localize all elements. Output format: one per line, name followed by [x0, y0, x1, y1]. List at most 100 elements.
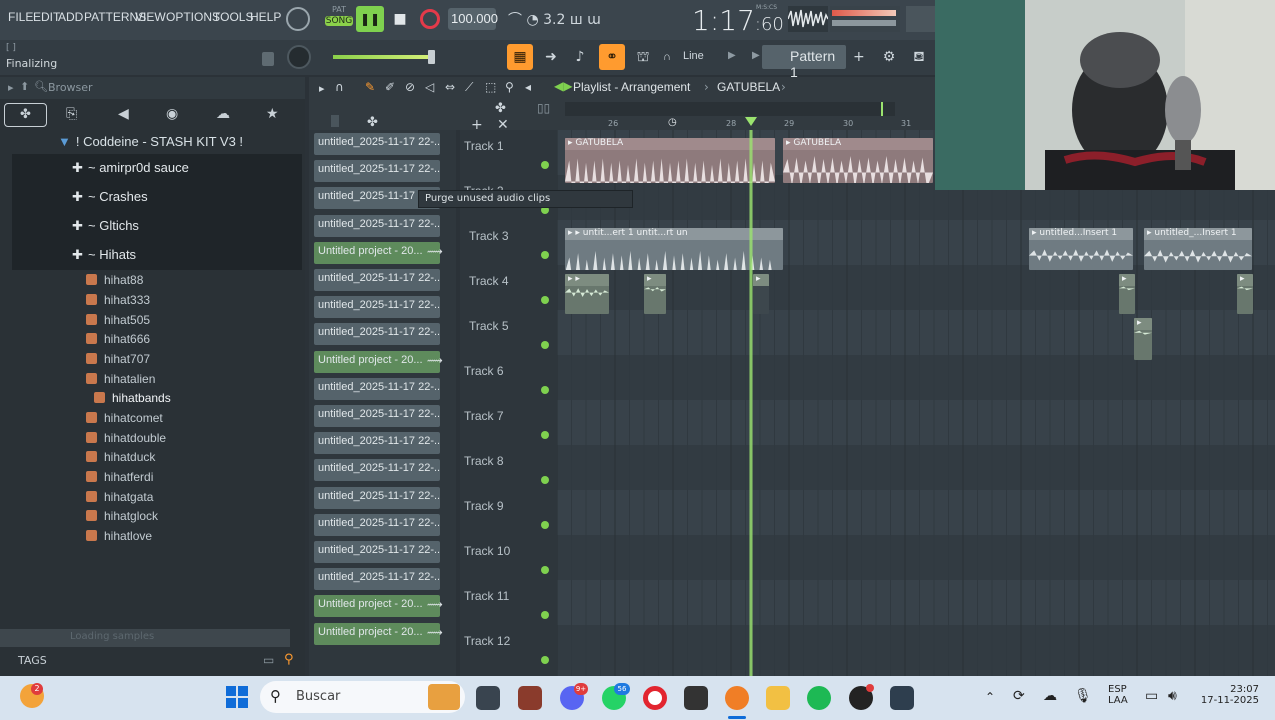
- opera-icon[interactable]: [643, 686, 667, 710]
- microphone-icon[interactable]: 🎙︎: [1074, 688, 1092, 704]
- step-sequencer-icon[interactable]: ➜: [538, 44, 564, 70]
- track-mute-dot[interactable]: [541, 611, 549, 619]
- link-icon[interactable]: ⚭: [599, 44, 625, 70]
- track-header[interactable]: Track 11: [460, 580, 555, 625]
- current-project-icon[interactable]: ⎘: [66, 106, 77, 122]
- track-mute-dot[interactable]: [541, 251, 549, 259]
- tree-file[interactable]: hihatlove: [86, 529, 152, 543]
- fl-studio-icon[interactable]: [725, 686, 749, 710]
- add-pattern-button[interactable]: +: [853, 49, 865, 65]
- volume-icon[interactable]: 🔊︎: [1168, 688, 1177, 704]
- magnet-icon[interactable]: ∩: [335, 80, 344, 94]
- search-icon[interactable]: 🔍︎: [34, 80, 48, 93]
- tempo-display[interactable]: 100.000: [448, 8, 498, 30]
- spotify-icon[interactable]: [807, 686, 831, 710]
- channel-icon[interactable]: ⛾: [906, 44, 932, 70]
- lock-icon[interactable]: [262, 52, 274, 66]
- track-header[interactable]: Track 12: [460, 625, 555, 670]
- pin-icon[interactable]: ⬆: [20, 80, 29, 93]
- clip-list-item[interactable]: Untitled project - 20...: [314, 350, 440, 373]
- track-header[interactable]: Track 1: [460, 130, 555, 175]
- audio-clip[interactable]: ▸: [644, 274, 666, 314]
- tree-file[interactable]: hihat707: [86, 352, 150, 366]
- tree-root[interactable]: ▼! Coddeine - STASH KIT V3 !: [58, 134, 243, 149]
- playhead[interactable]: [749, 130, 753, 676]
- playlist-icon[interactable]: ▦: [507, 44, 533, 70]
- audio-clip[interactable]: ▸ untitled_...Insert 1: [1144, 228, 1252, 270]
- clip-list-item[interactable]: untitled_2025-11-17 22-...: [314, 486, 440, 509]
- tree-folder-hihats[interactable]: ✚ ~ Hihats: [12, 241, 302, 270]
- playlist-scrollbar[interactable]: [565, 102, 895, 116]
- menu-options[interactable]: OPTIONS: [166, 10, 220, 24]
- track-header[interactable]: Track 4: [460, 265, 555, 310]
- piano-roll-icon[interactable]: ♪: [567, 44, 593, 70]
- tree-file[interactable]: hihatferdi: [86, 470, 153, 484]
- track-mute-dot[interactable]: [541, 161, 549, 169]
- draw-tool-icon[interactable]: ✎: [365, 80, 375, 94]
- playlist-menu-icon[interactable]: ▸: [319, 82, 325, 95]
- clip-list-item[interactable]: untitled_2025-11-17 22-...: [314, 133, 440, 155]
- master-volume-slider[interactable]: [333, 55, 433, 59]
- display-icon[interactable]: ▭: [1145, 688, 1158, 704]
- pat-song-toggle[interactable]: PAT SONG: [325, 5, 353, 35]
- cloud-icon[interactable]: ☁: [216, 106, 230, 122]
- clip-list-item[interactable]: untitled_2025-11-17 22-...: [314, 160, 440, 183]
- move-icon[interactable]: ✤: [495, 101, 506, 116]
- favorites-star-icon[interactable]: ★: [266, 106, 279, 122]
- track-mute-dot[interactable]: [541, 386, 549, 394]
- tree-file[interactable]: hihatalien: [86, 372, 155, 386]
- track-mute-dot[interactable]: [541, 341, 549, 349]
- clip-list-item[interactable]: untitled_2025-11-17 22-...: [314, 513, 440, 536]
- clip-list-item[interactable]: Untitled project - 20...: [314, 241, 440, 264]
- tree-file[interactable]: hihatgata: [86, 490, 153, 504]
- tree-file[interactable]: hihat88: [86, 273, 143, 287]
- plugin-presets-icon[interactable]: ◉: [166, 106, 178, 122]
- track-header[interactable]: Track 10: [460, 535, 555, 580]
- taskbar-search[interactable]: ⚲ Buscar: [260, 681, 465, 713]
- tree-file[interactable]: hihat505: [86, 313, 150, 327]
- chevron-up-icon[interactable]: ⌃: [985, 690, 995, 704]
- tree-folder-crashes[interactable]: ✚ ~ Crashes: [12, 183, 302, 212]
- audio-clip[interactable]: ▸ ▸: [565, 274, 609, 314]
- clip-list-item[interactable]: untitled_2025-11-17 22-...: [314, 541, 440, 563]
- master-volume-handle[interactable]: [428, 50, 435, 64]
- chevron-right-icon[interactable]: ▸: [8, 81, 14, 94]
- file-explorer-app-icon[interactable]: [476, 686, 500, 710]
- app-icon[interactable]: [518, 686, 542, 710]
- clip-list-item[interactable]: untitled_2025-11-17 22-...: [314, 568, 440, 591]
- record-button[interactable]: [420, 9, 440, 29]
- clip-list-item[interactable]: untitled_2025-11-17 22-...: [314, 214, 440, 237]
- tree-file[interactable]: hihatdouble: [86, 431, 166, 445]
- windows-start-icon[interactable]: [226, 686, 248, 708]
- pen-app-icon[interactable]: [684, 686, 708, 710]
- track-header[interactable]: Track 7: [460, 400, 555, 445]
- audio-clip[interactable]: ▸: [1134, 318, 1152, 360]
- slice-tool-icon[interactable]: ⟋: [465, 80, 473, 95]
- tag-search-icon[interactable]: ⚲: [284, 652, 294, 667]
- track-mute-dot[interactable]: [541, 521, 549, 529]
- camera-app-icon[interactable]: [890, 686, 914, 710]
- playback-tool-icon[interactable]: ◂: [525, 80, 531, 94]
- mixer-icon[interactable]: ⛫: [630, 44, 656, 70]
- track-header[interactable]: Track 6: [460, 355, 555, 400]
- audio-clip[interactable]: ▸: [753, 274, 769, 314]
- timeline-ruler[interactable]: 26 ◷ 28 29 30 31: [565, 117, 935, 130]
- zoom-tool-icon[interactable]: ⚲: [505, 80, 514, 94]
- clip-list-scroll-icon[interactable]: [331, 115, 339, 127]
- pause-button[interactable]: ❚❚: [356, 6, 384, 32]
- paint-tool-icon[interactable]: ✐: [385, 80, 395, 94]
- track-mute-dot[interactable]: [541, 566, 549, 574]
- metronome-icons[interactable]: ⌒ ◔ 3.2 ш ɯ: [508, 9, 648, 29]
- clip-list-move-icon[interactable]: ✤: [367, 115, 378, 130]
- clock[interactable]: 23:07 17-11-2025: [1197, 684, 1259, 706]
- menu-file[interactable]: FILE: [8, 10, 33, 24]
- tree-folder-amirpr0d[interactable]: ✚ ~ amirpr0d sauce: [12, 154, 302, 183]
- arrangement-name[interactable]: GATUBELA: [717, 80, 780, 94]
- tree-file[interactable]: hihatcomet: [86, 411, 163, 425]
- language-indicator[interactable]: ESP LAA: [1108, 684, 1128, 706]
- track-header[interactable]: Track 5: [460, 310, 555, 355]
- audio-clip[interactable]: ▸ GATUBELA: [565, 138, 775, 183]
- network-icon[interactable]: ☁: [1043, 688, 1057, 704]
- menu-add[interactable]: ADD: [58, 10, 83, 24]
- select-tool-icon[interactable]: ⬚: [485, 80, 496, 94]
